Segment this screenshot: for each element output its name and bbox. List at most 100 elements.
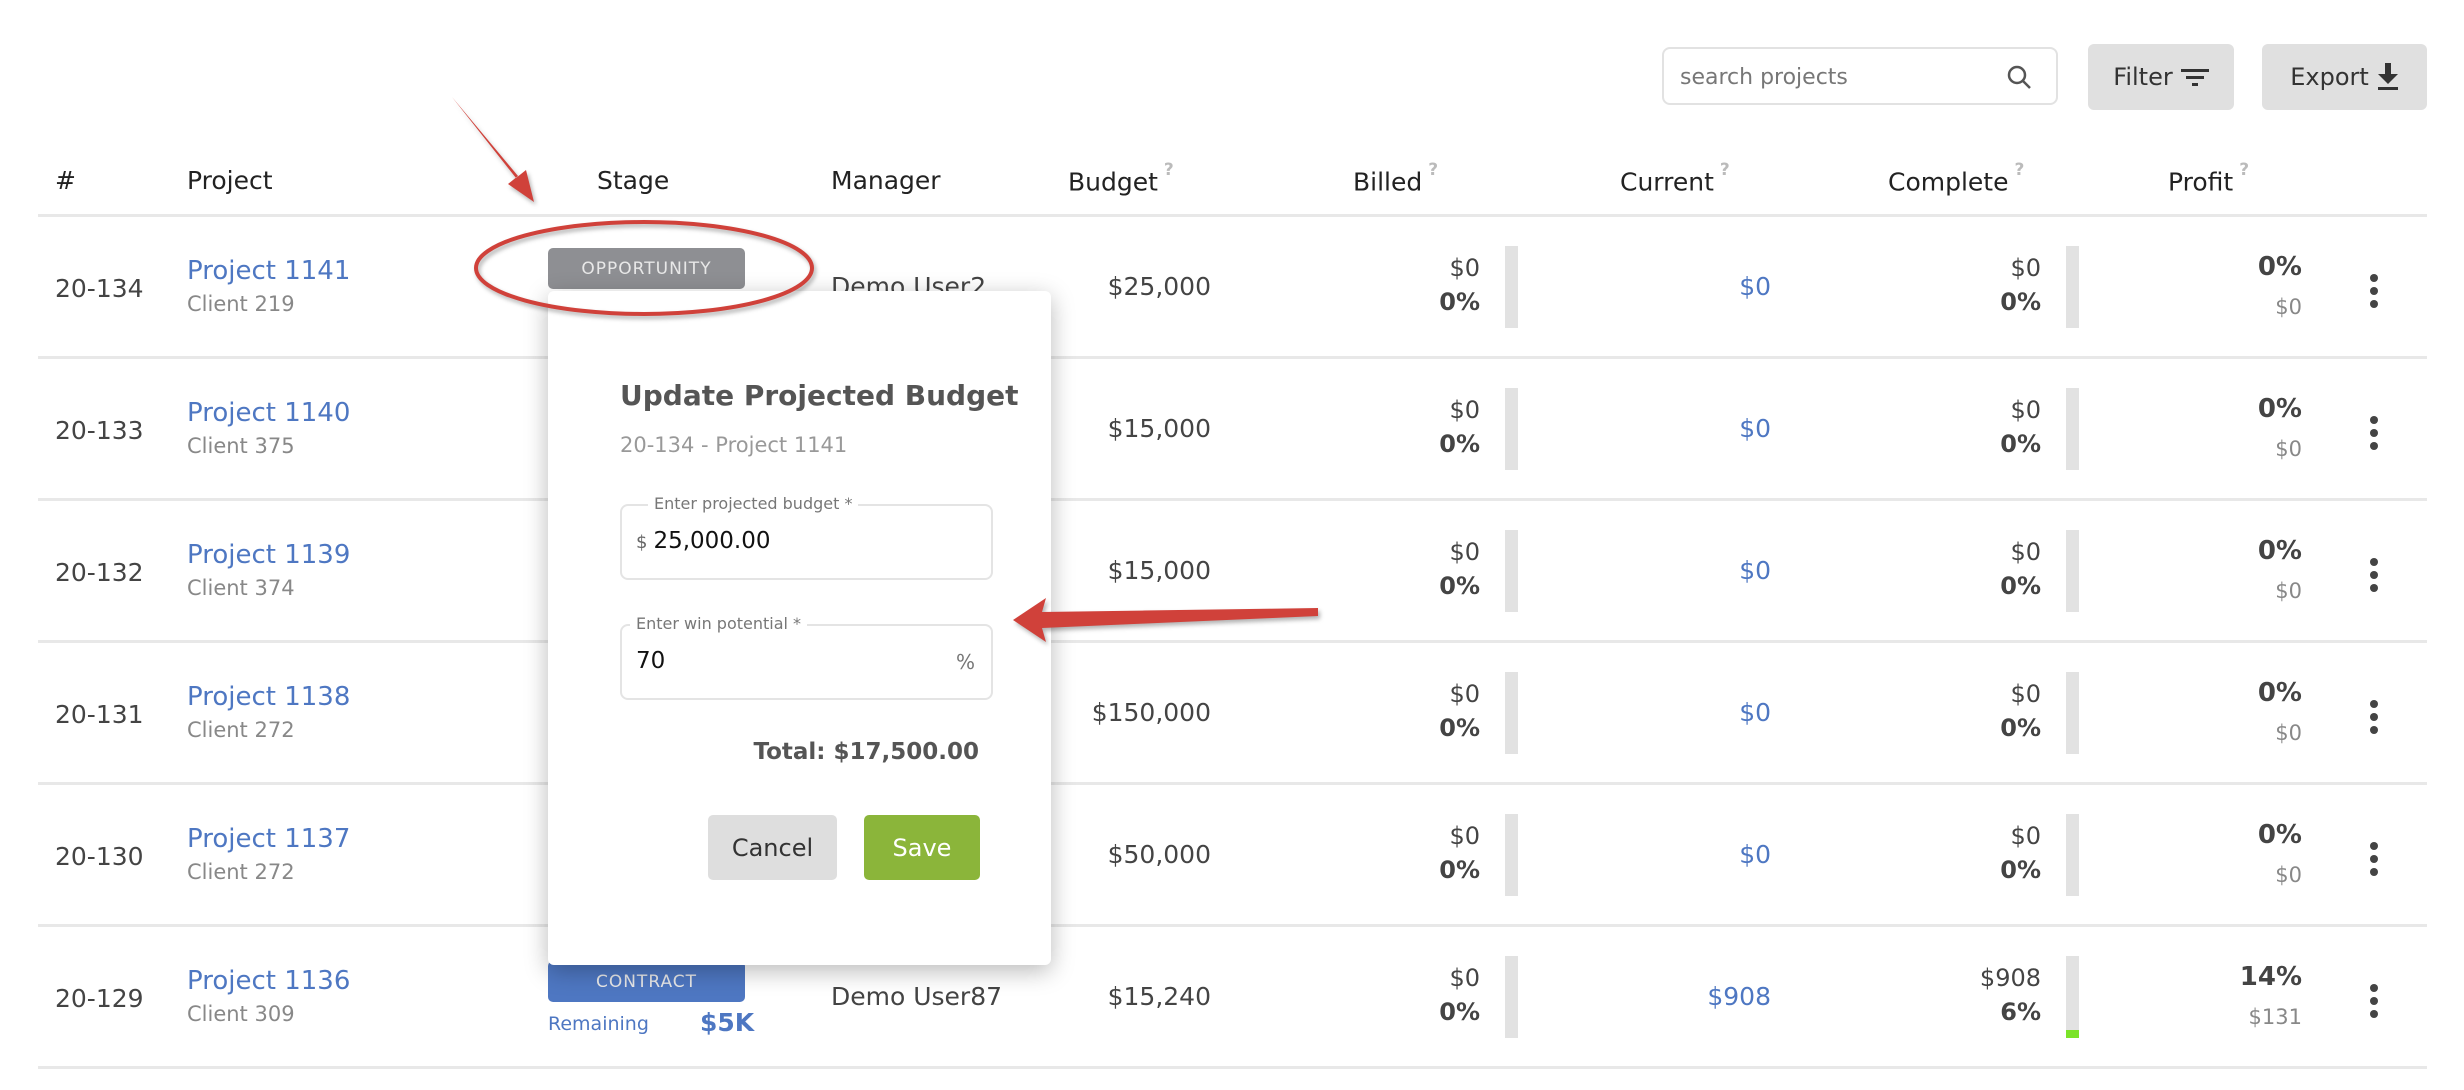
header-budget-label: Budget: [1068, 167, 1158, 197]
win-potential-label: Enter win potential *: [630, 614, 808, 633]
current-value[interactable]: $0: [1620, 698, 1771, 727]
help-icon[interactable]: ?: [2239, 160, 2249, 180]
header-complete-label: Complete: [1888, 167, 2009, 197]
filter-button[interactable]: Filter: [2088, 44, 2234, 110]
complete-progress-bar: [2066, 956, 2079, 1038]
current-value[interactable]: $0: [1620, 840, 1771, 869]
header-profit[interactable]: Profit?: [2168, 160, 2249, 197]
help-icon[interactable]: ?: [1164, 160, 1174, 180]
help-icon[interactable]: ?: [2014, 160, 2024, 180]
billed-amount: $0: [1449, 396, 1480, 424]
table-row[interactable]: 20-133 Project 1140 Client 375 $15,000 $0 0% $…: [0, 358, 2464, 500]
table-row[interactable]: 20-132 Project 1139 Client 374 $15,000 $0 0% $…: [0, 500, 2464, 642]
billed-percent: 0%: [1439, 288, 1480, 316]
client-name: Client 219: [187, 292, 295, 316]
complete-percent: 0%: [2000, 430, 2041, 458]
project-link[interactable]: Project 1137: [187, 824, 350, 854]
budget-value: $150,000: [1091, 698, 1211, 727]
budget-value: $15,240: [1107, 982, 1211, 1011]
search-box[interactable]: [1662, 47, 2058, 105]
stage-badge[interactable]: CONTRACT: [548, 961, 745, 1002]
complete-amount: $0: [2010, 538, 2041, 566]
profit-amount: $131: [2248, 1005, 2302, 1029]
table-row[interactable]: 20-131 Project 1138 Client 272 $150,000 $0 0%…: [0, 642, 2464, 784]
dialog-total: Total: $17,500.00: [753, 739, 979, 765]
current-value[interactable]: $0: [1620, 556, 1771, 585]
billed-amount: $0: [1449, 254, 1480, 282]
win-potential-input[interactable]: 70: [636, 648, 665, 674]
projected-budget-field[interactable]: Enter projected budget * $25,000.00: [620, 494, 993, 580]
billed-percent: 0%: [1439, 856, 1480, 884]
more-options-icon[interactable]: [2368, 842, 2380, 881]
table-row[interactable]: 20-129 Project 1136 Client 309 CONTRACT Rema…: [0, 926, 2464, 1068]
search-input[interactable]: [1678, 49, 2002, 105]
header-budget[interactable]: Budget?: [1068, 160, 1174, 197]
project-number: 20-132: [55, 558, 144, 587]
download-icon: [2377, 63, 2398, 90]
budget-value: $50,000: [1107, 840, 1211, 869]
complete-progress-fill: [2066, 1030, 2079, 1038]
save-button[interactable]: Save: [864, 815, 980, 880]
row-divider: [38, 1066, 2427, 1069]
export-button[interactable]: Export: [2262, 44, 2427, 110]
profit-amount: $0: [2275, 863, 2302, 887]
header-manager[interactable]: Manager: [831, 166, 941, 195]
dialog-subtitle: 20-134 - Project 1141: [620, 433, 848, 457]
billed-percent: 0%: [1439, 430, 1480, 458]
complete-progress-bar: [2066, 530, 2079, 612]
header-project[interactable]: Project: [187, 166, 273, 195]
budget-value: $15,000: [1107, 556, 1211, 585]
complete-amount: $0: [2010, 396, 2041, 424]
profit-amount: $0: [2275, 721, 2302, 745]
help-icon[interactable]: ?: [1428, 160, 1438, 180]
profit-amount: $0: [2275, 437, 2302, 461]
help-icon[interactable]: ?: [1720, 160, 1730, 180]
project-link[interactable]: Project 1141: [187, 256, 350, 286]
header-complete[interactable]: Complete?: [1888, 160, 2024, 197]
more-options-icon[interactable]: [2368, 558, 2380, 597]
annotation-arrow-down: [452, 97, 534, 202]
cancel-button[interactable]: Cancel: [708, 815, 837, 880]
table-row[interactable]: 20-134 Project 1141 Client 219 OPPORTUNITY D…: [0, 216, 2464, 358]
profit-amount: $0: [2275, 579, 2302, 603]
project-link[interactable]: Project 1136: [187, 966, 350, 996]
search-icon[interactable]: [2006, 64, 2032, 90]
stage-badge[interactable]: OPPORTUNITY: [548, 248, 745, 289]
update-budget-dialog: Update Projected Budget 20-134 - Project…: [548, 291, 1051, 965]
table-row[interactable]: 20-130 Project 1137 Client 272 $50,000 $0 0% $…: [0, 784, 2464, 926]
billed-percent: 0%: [1439, 714, 1480, 742]
manager-name: Demo User87: [831, 982, 1003, 1011]
profit-percent: 0%: [2257, 394, 2302, 424]
project-link[interactable]: Project 1138: [187, 682, 350, 712]
header-current[interactable]: Current?: [1620, 160, 1730, 196]
export-label: Export: [2290, 63, 2369, 91]
project-link[interactable]: Project 1139: [187, 540, 350, 570]
current-value[interactable]: $0: [1620, 414, 1771, 443]
percent-suffix: %: [955, 650, 975, 674]
current-value[interactable]: $0: [1620, 272, 1771, 301]
billed-progress-bar: [1505, 530, 1518, 612]
projected-budget-label: Enter projected budget *: [648, 494, 859, 513]
billed-progress-bar: [1505, 388, 1518, 470]
profit-percent: 0%: [2257, 252, 2302, 282]
remaining-value: $5K: [700, 1008, 755, 1037]
complete-amount: $0: [2010, 680, 2041, 708]
more-options-icon[interactable]: [2368, 984, 2380, 1023]
header-billed[interactable]: Billed?: [1353, 160, 1438, 196]
profit-percent: 0%: [2257, 678, 2302, 708]
more-options-icon[interactable]: [2368, 416, 2380, 455]
complete-percent: 0%: [2000, 714, 2041, 742]
client-name: Client 374: [187, 576, 295, 600]
billed-percent: 0%: [1439, 998, 1480, 1026]
more-options-icon[interactable]: [2368, 700, 2380, 739]
project-number: 20-129: [55, 984, 144, 1013]
project-link[interactable]: Project 1140: [187, 398, 350, 428]
header-profit-label: Profit: [2168, 167, 2234, 197]
billed-amount: $0: [1449, 964, 1480, 992]
win-potential-field[interactable]: Enter win potential * 70 %: [620, 614, 993, 700]
profit-amount: $0: [2275, 295, 2302, 319]
current-value[interactable]: $908: [1620, 982, 1771, 1011]
header-stage[interactable]: Stage: [597, 166, 669, 195]
projected-budget-input[interactable]: 25,000.00: [653, 528, 770, 554]
more-options-icon[interactable]: [2368, 274, 2380, 313]
